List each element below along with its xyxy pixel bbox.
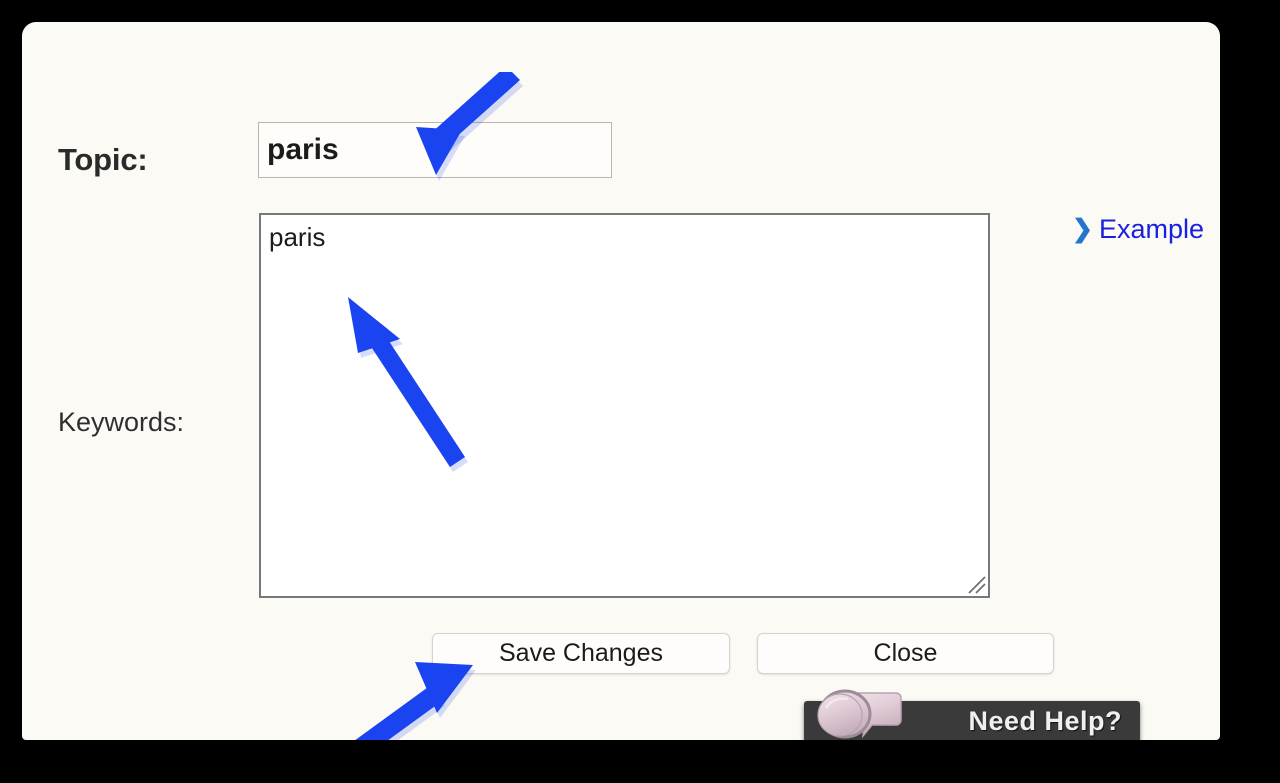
need-help-label: Need Help? — [968, 706, 1122, 736]
screenshot-viewport: Topic: Keywords: ❯ Example Save Changes … — [0, 0, 1280, 783]
chevron-right-icon: ❯ — [1072, 215, 1093, 243]
keywords-textarea[interactable] — [259, 213, 990, 598]
example-link[interactable]: ❯ Example — [1072, 216, 1204, 243]
keywords-label: Keywords: — [58, 407, 185, 437]
topic-label: Topic: — [58, 142, 148, 177]
example-link-label: Example — [1098, 214, 1204, 244]
dialog-page: Topic: Keywords: ❯ Example Save Changes … — [22, 22, 1220, 740]
close-button[interactable]: Close — [757, 633, 1054, 674]
chat-bubbles-icon — [817, 689, 902, 739]
need-help-widget[interactable]: Need Help? — [804, 689, 1140, 740]
save-changes-button[interactable]: Save Changes — [432, 633, 730, 674]
topic-input[interactable] — [258, 122, 612, 178]
